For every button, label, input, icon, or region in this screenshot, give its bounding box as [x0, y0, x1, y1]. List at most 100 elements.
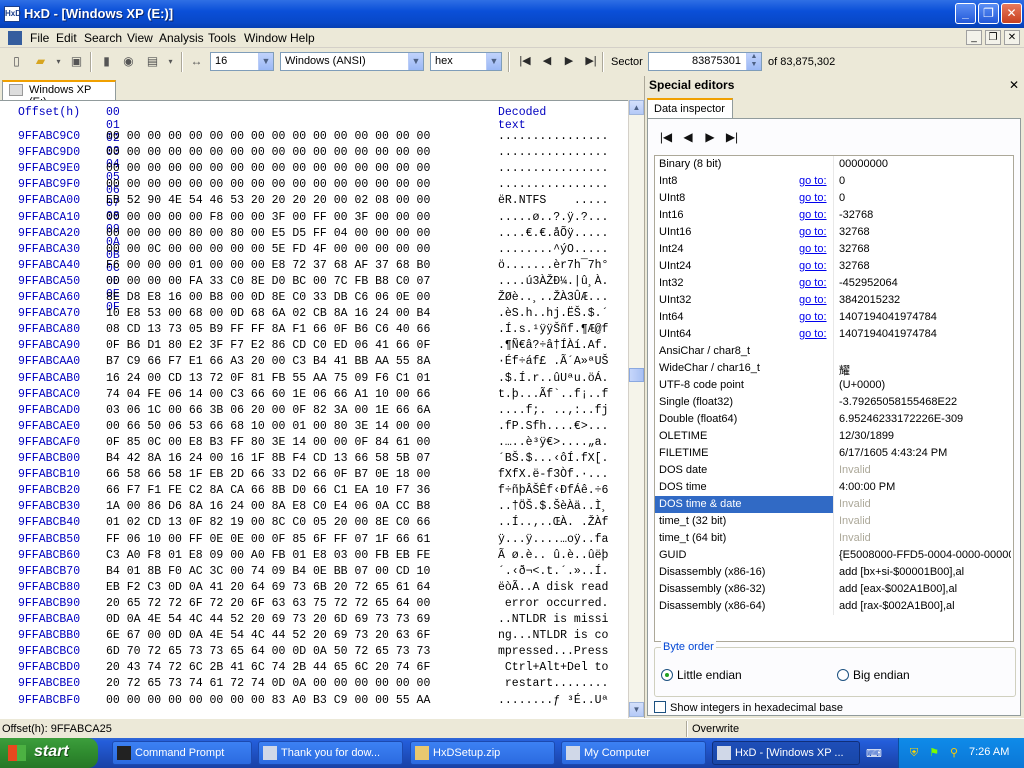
open-dropdown-icon[interactable]: ▾ — [50, 53, 67, 70]
keyboard-icon[interactable]: ⌨ — [866, 747, 882, 761]
inspector-row[interactable]: UInt24 go to: 32768 — [655, 258, 1013, 275]
row-decoded-text[interactable]: .…..è³ÿ€>....„a. — [498, 436, 608, 449]
row-bytes[interactable]: 00 00 00 00 80 00 80 00 E5 D5 FF 04 00 0… — [106, 227, 430, 240]
inspector-row[interactable]: Int32 go to: -452952064 — [655, 275, 1013, 292]
row-bytes[interactable]: 66 58 66 58 1F EB 2D 66 33 D2 66 0F B7 0… — [106, 468, 430, 481]
menu-analysis[interactable]: Analysis — [159, 31, 204, 45]
search-icon[interactable]: ⚲ — [947, 746, 961, 760]
menu-help[interactable]: Help — [290, 31, 315, 45]
inspector-row[interactable]: UTF-8 code point (U+0000) — [655, 377, 1013, 394]
row-decoded-text[interactable]: ŽØè..¸..ŽÀ3ÛÆ... — [498, 291, 608, 304]
task-command-prompt[interactable]: Command Prompt — [112, 741, 252, 765]
row-decoded-text[interactable]: ................ — [498, 130, 608, 143]
row-decoded-text[interactable]: .....ø..?.ÿ.?... — [498, 211, 608, 224]
row-decoded-text[interactable]: .$.Í.r..ûUªu.öÁ. — [498, 372, 608, 385]
row-bytes[interactable]: 1A 00 86 D6 8A 16 24 00 8A E8 C0 E4 06 0… — [106, 500, 430, 513]
row-decoded-text[interactable]: ´.‹ð¬<.t.´.»..Í. — [498, 565, 608, 578]
first-sector-icon[interactable]: |◀ — [516, 53, 534, 70]
hex-vertical-scrollbar[interactable]: ▲ ▼ — [628, 100, 644, 718]
spin-arrows-icon[interactable]: ▲ ▼ — [746, 53, 761, 70]
inspector-value[interactable]: 32768 — [839, 260, 1011, 272]
previous-icon[interactable]: ◀ — [680, 129, 696, 145]
inspector-row[interactable]: UInt8 go to: 0 — [655, 190, 1013, 207]
row-decoded-text[interactable]: ´BŠ.$...‹ôÍ.fX[. — [498, 452, 608, 465]
row-bytes[interactable]: 00 00 0C 00 00 00 00 00 5E FD 4F 00 00 0… — [106, 243, 430, 256]
scroll-down-icon[interactable]: ▼ — [629, 702, 644, 717]
row-decoded-text[interactable]: ................ — [498, 178, 608, 191]
inspector-value[interactable]: 耀 — [839, 362, 1011, 378]
row-decoded-text[interactable]: ................ — [498, 162, 608, 175]
inspector-row[interactable]: Int64 go to: 1407194041974784 — [655, 309, 1013, 326]
row-bytes[interactable]: 00 00 00 00 00 F8 00 00 3F 00 FF 00 3F 0… — [106, 211, 430, 224]
inspector-row[interactable]: Int24 go to: 32768 — [655, 241, 1013, 258]
row-decoded-text[interactable]: ....€.€.åÕÿ..... — [498, 227, 608, 240]
row-decoded-text[interactable]: restart........ — [498, 677, 609, 690]
row-bytes[interactable]: F6 00 00 00 01 00 00 00 E8 72 37 68 AF 3… — [106, 259, 430, 272]
menu-tools[interactable]: Tools — [208, 31, 236, 45]
row-decoded-text[interactable]: fXfX.ë-f3Òf.·... — [498, 468, 608, 481]
title-bar[interactable]: HxD HxD - [Windows XP (E:)] _ ❐ ✕ — [0, 0, 1024, 28]
document-menu-icon[interactable] — [8, 31, 22, 45]
data-inspector-grid[interactable]: Binary (8 bit) 00000000 Int8 go to: 0 UInt8 go… — [654, 155, 1014, 642]
row-bytes[interactable]: 20 72 65 73 74 61 72 74 0D 0A 00 00 00 0… — [106, 677, 430, 690]
charset-select[interactable]: Windows (ANSI) ▼ — [280, 52, 424, 71]
chevron-down-icon[interactable]: ▼ — [408, 53, 423, 70]
inspector-row[interactable]: Int16 go to: -32768 — [655, 207, 1013, 224]
inspector-value[interactable]: 12/30/1899 — [839, 430, 1011, 442]
row-decoded-text[interactable]: ëòÃ..A disk read — [498, 581, 608, 594]
row-decoded-text[interactable]: ..Í..‚..ŒÀ. .ŽÀf — [498, 516, 608, 529]
inspector-value[interactable]: {E5008000-FFD5-0004-0000-000000 — [839, 549, 1011, 561]
inspector-row[interactable]: AnsiChar / char8_t — [655, 343, 1013, 360]
inspector-row[interactable]: UInt64 go to: 1407194041974784 — [655, 326, 1013, 343]
row-decoded-text[interactable]: ÿ...ÿ....…oÿ..fa — [498, 533, 608, 546]
bytes-per-row-select[interactable]: 16 ▼ — [210, 52, 274, 71]
next-sector-icon[interactable]: ▶ — [560, 53, 578, 70]
mdi-restore-button[interactable]: ❐ — [985, 30, 1001, 45]
open-folder-icon[interactable]: ▰ — [32, 53, 49, 70]
row-bytes[interactable]: 00 00 00 00 FA 33 C0 8E D0 BC 00 7C FB B… — [106, 275, 430, 288]
menu-view[interactable]: View — [127, 31, 153, 45]
row-decoded-text[interactable]: ·Éf÷áf£ .Ã´A»ªUŠ — [498, 355, 608, 368]
row-bytes[interactable]: 6E 67 00 0D 0A 4E 54 4C 44 52 20 69 73 2… — [106, 629, 430, 642]
inspector-value[interactable]: 32768 — [839, 243, 1011, 255]
inspector-row[interactable]: Binary (8 bit) 00000000 — [655, 156, 1013, 173]
radio-checked-icon[interactable] — [661, 669, 673, 681]
minimize-button[interactable]: _ — [955, 3, 976, 24]
row-bytes[interactable]: B4 01 8B F0 AC 3C 00 74 09 B4 0E BB 07 0… — [106, 565, 430, 578]
close-file-icon[interactable]: ▮ — [98, 53, 115, 70]
inspector-value[interactable]: 4:00:00 PM — [839, 481, 1011, 493]
goto-link[interactable]: go to: — [799, 260, 827, 272]
row-decoded-text[interactable]: ........ƒ ³É..Uª — [498, 694, 608, 707]
row-bytes[interactable]: 03 06 1C 00 66 3B 06 20 00 0F 82 3A 00 1… — [106, 404, 430, 417]
inspector-row[interactable]: time_t (64 bit) Invalid — [655, 530, 1013, 547]
row-bytes[interactable]: 08 CD 13 73 05 B9 FF FF 8A F1 66 0F B6 C… — [106, 323, 430, 336]
close-panel-icon[interactable]: ✕ — [1009, 78, 1019, 92]
row-bytes[interactable]: 66 F7 F1 FE C2 8A CA 66 8B D0 66 C1 EA 1… — [106, 484, 430, 497]
checkbox-icon[interactable] — [654, 701, 666, 713]
row-decoded-text[interactable]: .¶Ñ€â?÷â†ÍÀí.Af. — [498, 339, 608, 352]
mdi-close-button[interactable]: ✕ — [1004, 30, 1020, 45]
row-bytes[interactable]: 20 65 72 72 6F 72 20 6F 63 63 75 72 72 6… — [106, 597, 430, 610]
row-decoded-text[interactable]: .èS.h..hj.ËŠ.$.´ — [498, 307, 608, 320]
chevron-down-icon[interactable]: ▼ — [486, 53, 501, 70]
close-button[interactable]: ✕ — [1001, 3, 1022, 24]
row-decoded-text[interactable]: f÷ñþÂŠÊf‹ĐfÁê.÷6 — [498, 484, 608, 497]
inspector-row[interactable]: FILETIME 6/17/1605 4:43:24 PM — [655, 445, 1013, 462]
inspector-value[interactable]: 6.95246233172226E-309 — [839, 413, 1011, 425]
print-dropdown-icon[interactable]: ▾ — [162, 53, 179, 70]
row-bytes[interactable]: 0F B6 D1 80 E2 3F F7 E2 86 CD C0 ED 06 4… — [106, 339, 430, 352]
inspector-row[interactable]: DOS time & date Invalid — [655, 496, 1013, 513]
goto-link[interactable]: go to: — [799, 294, 827, 306]
inspector-row[interactable]: Int8 go to: 0 — [655, 173, 1013, 190]
task-hxd[interactable]: HxD - [Windows XP ... — [712, 741, 860, 765]
little-endian-radio[interactable]: Little endian — [661, 668, 742, 682]
inspector-row[interactable]: OLETIME 12/30/1899 — [655, 428, 1013, 445]
row-decoded-text[interactable]: ....ú3ÀŽĐ¼.|û¸À. — [498, 275, 608, 288]
menu-window[interactable]: Window — [244, 31, 287, 45]
previous-sector-icon[interactable]: ◀ — [538, 53, 556, 70]
goto-link[interactable]: go to: — [799, 192, 827, 204]
goto-link[interactable]: go to: — [799, 328, 827, 340]
inspector-row[interactable]: DOS time 4:00:00 PM — [655, 479, 1013, 496]
row-decoded-text[interactable]: Ctrl+Alt+Del to — [498, 661, 609, 674]
last-icon[interactable]: ▶| — [724, 129, 740, 145]
